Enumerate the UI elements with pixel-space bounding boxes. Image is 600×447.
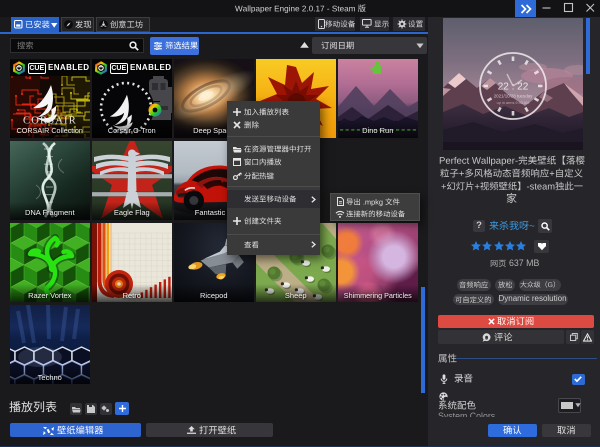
svg-text:up in arms 9:43 AM: up in arms 9:43 AM bbox=[497, 101, 530, 105]
svg-text:2021/10/28 tuesday: 2021/10/28 tuesday bbox=[494, 93, 533, 98]
svg-text:22 : 22: 22 : 22 bbox=[498, 81, 529, 92]
